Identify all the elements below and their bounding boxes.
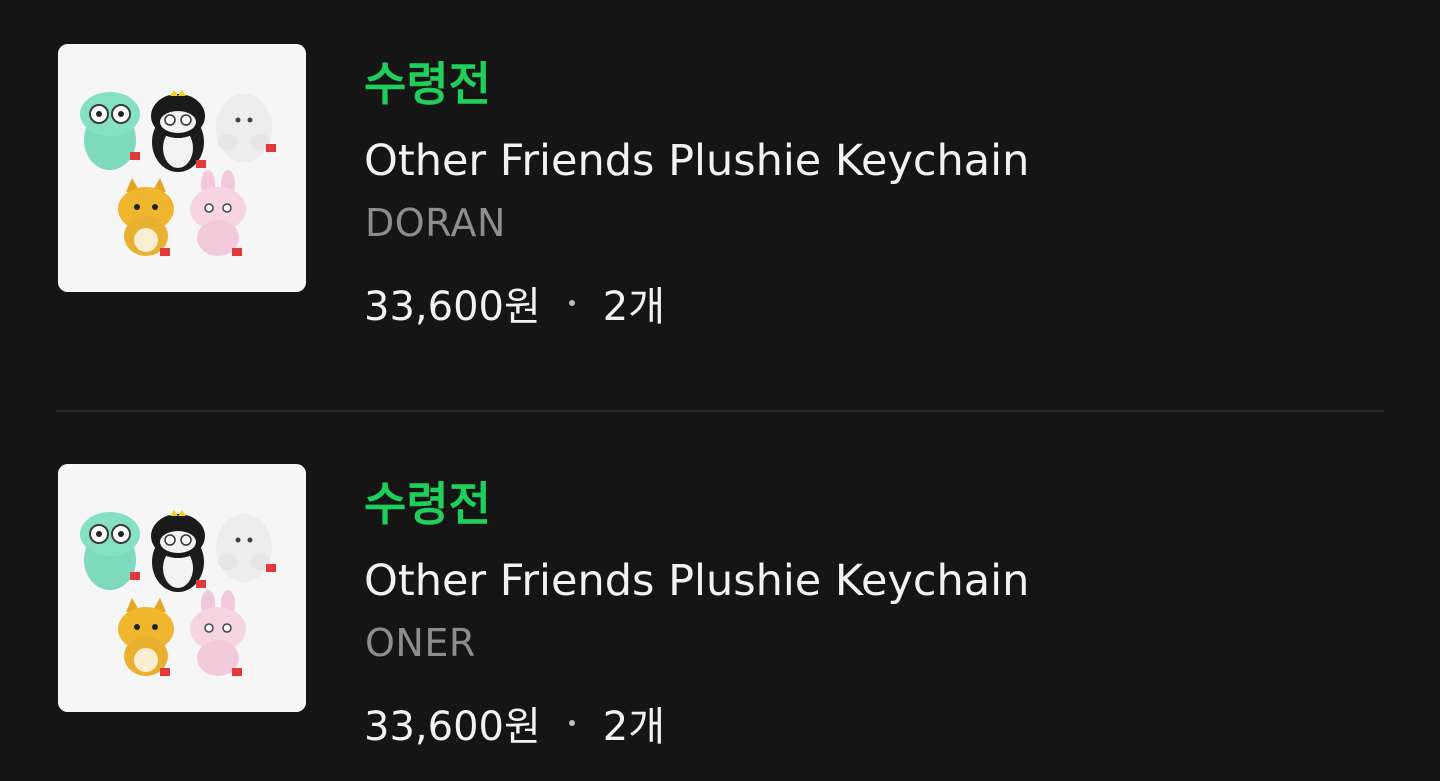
product-quantity: 2개 [602, 704, 666, 750]
order-status-label: 수령전 [364, 477, 491, 531]
product-name[interactable]: Other Friends Plushie Keychain [364, 556, 1029, 606]
separator-dot-icon [568, 300, 575, 306]
product-option: ONER [365, 621, 476, 665]
order-item[interactable]: 수령전 Other Friends Plushie Keychain DORAN… [0, 0, 1440, 330]
order-item-list: 수령전 Other Friends Plushie Keychain DORAN… [0, 0, 1440, 781]
product-price: 33,600원 [364, 284, 541, 330]
plushie-keychain-image [58, 44, 306, 292]
item-divider [56, 410, 1384, 412]
product-quantity: 2개 [602, 284, 666, 330]
product-option: DORAN [365, 201, 506, 245]
product-name[interactable]: Other Friends Plushie Keychain [364, 136, 1029, 186]
product-price: 33,600원 [364, 704, 541, 750]
product-thumbnail[interactable] [58, 44, 306, 292]
price-quantity-row: 33,600원 2개 [364, 694, 665, 752]
separator-dot-icon [568, 720, 575, 726]
price-quantity-row: 33,600원 2개 [364, 274, 665, 332]
order-item[interactable]: 수령전 Other Friends Plushie Keychain ONER … [0, 420, 1440, 750]
order-status-label: 수령전 [364, 57, 491, 111]
product-thumbnail[interactable] [58, 464, 306, 712]
plushie-keychain-image [58, 464, 306, 712]
